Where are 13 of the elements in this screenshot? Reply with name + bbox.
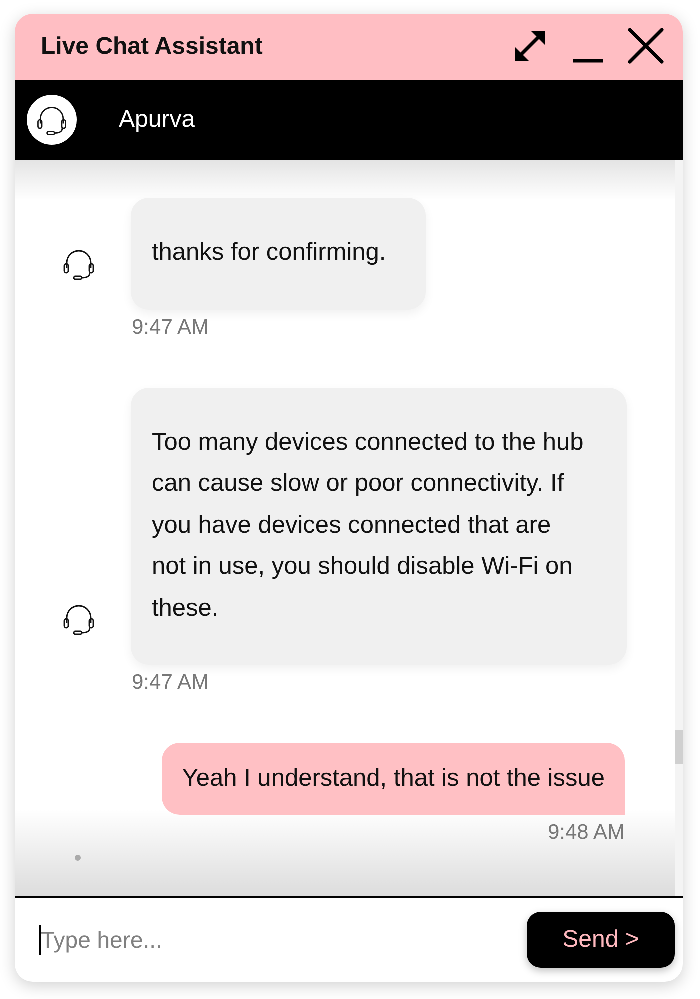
send-button[interactable]: Send >	[527, 912, 675, 968]
agent-message: thanks for confirming.	[131, 198, 426, 310]
window-title: Live Chat Assistant	[41, 33, 264, 61]
agent-avatar	[27, 95, 77, 145]
user-message: Yeah I understand, that is not the issue	[162, 743, 625, 815]
minimize-button[interactable]	[571, 59, 605, 63]
agent-message: Too many devices connected to the hub can cause slow or poor connectivity. If you have devices connected that are not in use, you should disable Wi-Fi on these.	[131, 388, 627, 665]
message-time: 9:48 AM	[546, 821, 626, 845]
typing-dot	[75, 855, 81, 861]
message-time: 9:47 AM	[131, 316, 210, 340]
message-input[interactable]: Type here...	[39, 925, 527, 955]
agent-name: Apurva	[119, 106, 196, 134]
message-time: 9:47 AM	[131, 671, 210, 695]
